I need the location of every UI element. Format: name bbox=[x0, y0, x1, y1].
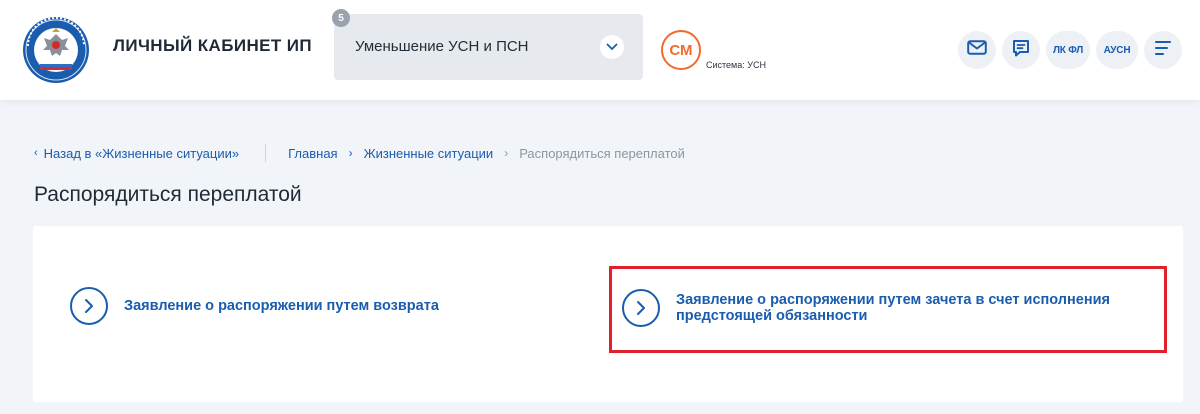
lk-fl-button[interactable]: ЛК ФЛ bbox=[1046, 31, 1090, 69]
menu-icon bbox=[1154, 40, 1172, 61]
chat-icon bbox=[1012, 39, 1030, 62]
lk-fl-label: ЛК ФЛ bbox=[1052, 44, 1084, 56]
option-label: Заявление о распоряжении путем зачета в … bbox=[676, 292, 1110, 324]
chevron-left-icon: ‹ bbox=[34, 147, 38, 159]
option-refund[interactable]: Заявление о распоряжении путем возврата bbox=[70, 287, 439, 325]
ausn-label: АУСН bbox=[1103, 44, 1131, 56]
option-label: Заявление о распоряжении путем возврата bbox=[124, 298, 439, 314]
mail-icon bbox=[967, 40, 987, 60]
selector-value: Уменьшение УСН и ПСН bbox=[355, 38, 529, 55]
breadcrumb-life-situations[interactable]: Жизненные ситуации bbox=[364, 146, 494, 161]
options-card: Заявление о распоряжении путем возврата … bbox=[33, 226, 1183, 402]
back-link[interactable]: ‹ Назад в «Жизненные ситуации» bbox=[34, 146, 239, 161]
user-avatar[interactable]: СМ bbox=[661, 30, 701, 70]
tax-system-label: Система: УСН bbox=[706, 60, 766, 70]
chevron-right-icon: › bbox=[348, 146, 353, 160]
mail-button[interactable] bbox=[958, 31, 996, 69]
chat-button[interactable] bbox=[1002, 31, 1040, 69]
chevron-right-circle-icon bbox=[622, 289, 660, 327]
ausn-button[interactable]: АУСН bbox=[1096, 31, 1138, 69]
breadcrumb-divider bbox=[265, 144, 267, 162]
chevron-right-circle-icon bbox=[70, 287, 108, 325]
option-offset[interactable]: Заявление о распоряжении путем зачета в … bbox=[622, 289, 1142, 327]
breadcrumb-current: Распорядиться переплатой bbox=[519, 145, 685, 161]
app-title: ЛИЧНЫЙ КАБИНЕТ ИП bbox=[113, 36, 313, 55]
notification-count-badge: 5 bbox=[332, 9, 350, 27]
fns-emblem-icon[interactable] bbox=[22, 16, 90, 84]
chevron-right-icon: › bbox=[504, 146, 509, 160]
breadcrumb-home[interactable]: Главная bbox=[288, 146, 337, 161]
header: ЛИЧНЫЙ КАБИНЕТ ИП Уменьшение УСН и ПСН 5… bbox=[0, 0, 1200, 100]
page-title: Распорядиться переплатой bbox=[34, 183, 302, 206]
situation-selector[interactable]: Уменьшение УСН и ПСН bbox=[334, 14, 643, 80]
chevron-down-icon[interactable] bbox=[600, 35, 624, 59]
menu-button[interactable] bbox=[1144, 31, 1182, 69]
breadcrumb: ‹ Назад в «Жизненные ситуации» Главная ›… bbox=[34, 144, 685, 162]
back-link-label: Назад в «Жизненные ситуации» bbox=[43, 145, 240, 161]
